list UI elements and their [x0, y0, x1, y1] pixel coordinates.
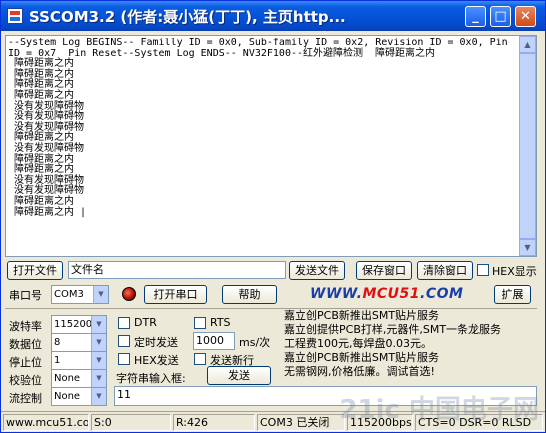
ad-line[interactable]: 嘉立创PCB新推出SMT贴片服务	[284, 309, 537, 323]
status-sent: S:0	[91, 414, 171, 431]
stopbits-value: 1	[54, 355, 61, 366]
stopbits-select[interactable]: 1 ▼	[51, 351, 107, 370]
watermark: 21ic 中国电子网	[339, 395, 539, 425]
chevron-down-icon: ▼	[91, 388, 106, 405]
interval-unit: ms/次	[239, 336, 271, 349]
databits-value: 8	[54, 337, 61, 348]
interval-input[interactable]: 1000	[193, 332, 235, 350]
chevron-down-icon: ▼	[91, 316, 106, 333]
flow-label: 流控制	[9, 392, 42, 405]
baud-select[interactable]: 115200 ▼	[51, 315, 107, 334]
ad-line[interactable]: 无需钢网,价格低廉。调试首选!	[284, 365, 537, 379]
scroll-thumb[interactable]	[519, 53, 536, 239]
app-icon	[7, 8, 23, 24]
ad-line[interactable]: 嘉立创PCB新推出SMT贴片服务	[284, 351, 537, 365]
baud-label: 波特率	[9, 320, 42, 333]
save-window-button[interactable]: 保存窗口	[356, 261, 412, 280]
hex-send-checkbox[interactable]	[118, 353, 130, 365]
status-port-state: COM3 已关闭	[257, 414, 345, 431]
receive-scrollbar[interactable]: ▲ ▼	[519, 36, 536, 256]
parity-label: 校验位	[9, 374, 42, 387]
port-label: 串口号	[9, 289, 42, 302]
minimize-button[interactable]: _	[465, 6, 486, 27]
chevron-down-icon: ▼	[93, 286, 108, 303]
dtr-label: DTR	[134, 316, 157, 329]
status-site[interactable]: www.mcu51.cor	[3, 414, 89, 431]
parity-select[interactable]: None ▼	[51, 369, 107, 388]
dtr-checkbox[interactable]	[118, 317, 130, 329]
window-title: SSCOM3.2 (作者:聂小猛(丁丁), 主页http...	[29, 8, 346, 26]
hex-display-label: HEX显示	[492, 265, 537, 278]
title-bar[interactable]: SSCOM3.2 (作者:聂小猛(丁丁), 主页http... _ □ ✕	[1, 1, 545, 31]
mcu51-logo[interactable]: WWW.MCU51.COM	[310, 286, 463, 302]
chevron-down-icon: ▼	[91, 370, 106, 387]
ad-panel[interactable]: 嘉立创PCB新推出SMT贴片服务 嘉立创提供PCB打样,元器件,SMT一条龙服务…	[284, 309, 537, 382]
receive-area[interactable]: --System Log BEGINS-- Familly ID = 0x0, …	[5, 35, 537, 257]
port-status-lamp-icon	[122, 287, 136, 301]
parity-value: None	[54, 373, 81, 384]
scroll-down-icon[interactable]: ▼	[519, 239, 536, 256]
maximize-button[interactable]: □	[490, 6, 511, 27]
ad-line[interactable]: 工程费100元,每焊盘0.03元。	[284, 337, 537, 351]
timed-send-label: 定时发送	[134, 336, 178, 349]
flow-select[interactable]: None ▼	[51, 387, 107, 406]
databits-select[interactable]: 8 ▼	[51, 333, 107, 352]
input-label: 字符串输入框:	[116, 372, 186, 385]
receive-text[interactable]: --System Log BEGINS-- Familly ID = 0x0, …	[8, 38, 519, 254]
flow-value: None	[54, 391, 81, 402]
chevron-down-icon: ▼	[91, 334, 106, 351]
chevron-down-icon: ▼	[91, 352, 106, 369]
send-button[interactable]: 发送	[207, 366, 271, 385]
filename-input[interactable]: 文件名	[68, 261, 286, 279]
rts-checkbox[interactable]	[194, 317, 206, 329]
port-select[interactable]: COM3 ▼	[51, 285, 109, 304]
app-window: SSCOM3.2 (作者:聂小猛(丁丁), 主页http... _ □ ✕ --…	[0, 0, 546, 433]
clear-window-button[interactable]: 清除窗口	[417, 261, 473, 280]
port-value: COM3	[54, 289, 84, 300]
hex-display-checkbox[interactable]	[477, 264, 489, 276]
baud-value: 115200	[54, 319, 93, 330]
stopbits-label: 停止位	[9, 356, 42, 369]
scroll-up-icon[interactable]: ▲	[519, 36, 536, 53]
close-button[interactable]: ✕	[515, 6, 536, 27]
open-file-button[interactable]: 打开文件	[7, 261, 63, 280]
rts-label: RTS	[210, 316, 231, 329]
timed-send-checkbox[interactable]	[118, 335, 130, 347]
expand-button[interactable]: 扩展	[494, 285, 531, 304]
status-received: R:426	[173, 414, 255, 431]
send-newline-checkbox[interactable]	[194, 353, 206, 365]
databits-label: 数据位	[9, 338, 42, 351]
hex-send-label: HEX发送	[134, 354, 179, 367]
open-port-button[interactable]: 打开串口	[144, 285, 207, 304]
ad-line[interactable]: 嘉立创提供PCB打样,元器件,SMT一条龙服务	[284, 323, 537, 337]
help-button[interactable]: 帮助	[222, 285, 277, 304]
send-file-button[interactable]: 发送文件	[289, 261, 345, 280]
